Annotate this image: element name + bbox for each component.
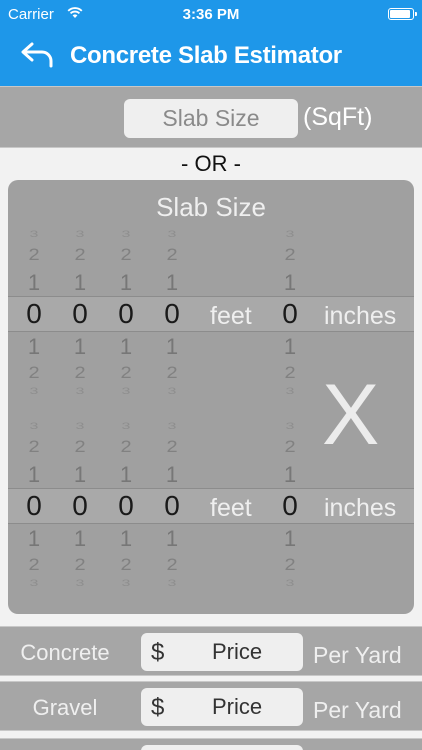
- dollar-icon: $: [151, 639, 165, 666]
- width-feet-label: feet: [210, 494, 252, 522]
- selected-digit: 0: [282, 490, 298, 521]
- picker-title: Slab Size: [156, 192, 266, 222]
- width-feet-wheel-1[interactable]: 321 0 123: [16, 416, 52, 596]
- status-time: 3:36 PM: [182, 6, 240, 23]
- concrete-label: Concrete: [20, 640, 110, 665]
- selected-digit: 0: [164, 298, 180, 329]
- slab-size-sqft-input[interactable]: [124, 99, 298, 138]
- length-feet-wheel-3[interactable]: 321 0 123: [108, 224, 144, 404]
- next-price-row: [0, 738, 422, 750]
- dollar-icon: $: [151, 694, 165, 721]
- selected-digit: 0: [118, 490, 134, 521]
- selected-digit: 0: [72, 298, 88, 329]
- or-separator: - OR -: [181, 151, 241, 176]
- slab-size-picker-panel: Slab Size 321 0 123 321 0 123 321 0 123 …: [8, 180, 414, 614]
- page-title: Concrete Slab Estimator: [70, 42, 342, 69]
- length-inches-wheel[interactable]: 321 0 123: [272, 224, 308, 404]
- next-price-field[interactable]: [141, 745, 303, 750]
- selected-digit: 0: [164, 490, 180, 521]
- width-feet-wheel-2[interactable]: 321 0 123: [62, 416, 98, 596]
- length-feet-wheel-2[interactable]: 321 0 123: [62, 224, 98, 404]
- selected-digit: 0: [72, 490, 88, 521]
- width-feet-wheel-3[interactable]: 321 0 123: [108, 416, 144, 596]
- selected-digit: 0: [26, 490, 42, 521]
- selected-digit: 0: [118, 298, 134, 329]
- back-arrow-icon[interactable]: [20, 40, 56, 70]
- gravel-price-row: Gravel $ Per Yard: [0, 681, 422, 731]
- gravel-price-field[interactable]: $: [141, 688, 303, 726]
- status-bar: Carrier 3:36 PM: [0, 0, 422, 30]
- length-feet-wheel-4[interactable]: 321 0 123: [154, 224, 190, 404]
- gravel-label: Gravel: [32, 695, 98, 720]
- width-inches-label: inches: [324, 494, 397, 522]
- length-feet-label: feet: [210, 302, 252, 330]
- sqft-unit-label: (SqFt): [303, 103, 373, 131]
- gravel-price-input[interactable]: [177, 688, 297, 726]
- width-picker[interactable]: 321 0 123 321 0 123 321 0 123 321 0 123 …: [8, 416, 414, 596]
- concrete-price-row: Concrete $ Per Yard: [0, 626, 422, 676]
- length-inches-label: inches: [324, 302, 397, 330]
- selected-digit: 0: [282, 298, 298, 329]
- battery-icon: [388, 8, 417, 20]
- navigation-bar: Carrier 3:36 PM Concrete Slab Estimator: [0, 0, 422, 86]
- concrete-unit-label: Per Yard: [313, 642, 402, 668]
- concrete-price-field[interactable]: $: [141, 633, 303, 671]
- concrete-price-input[interactable]: [177, 633, 297, 671]
- length-feet-wheel-1[interactable]: 321 0 123: [16, 224, 52, 404]
- gravel-unit-label: Per Yard: [313, 697, 402, 723]
- slab-sqft-row: (SqFt): [0, 86, 422, 148]
- width-inches-wheel[interactable]: 321 0 123: [272, 416, 308, 596]
- width-feet-wheel-4[interactable]: 321 0 123: [154, 416, 190, 596]
- selected-digit: 0: [26, 298, 42, 329]
